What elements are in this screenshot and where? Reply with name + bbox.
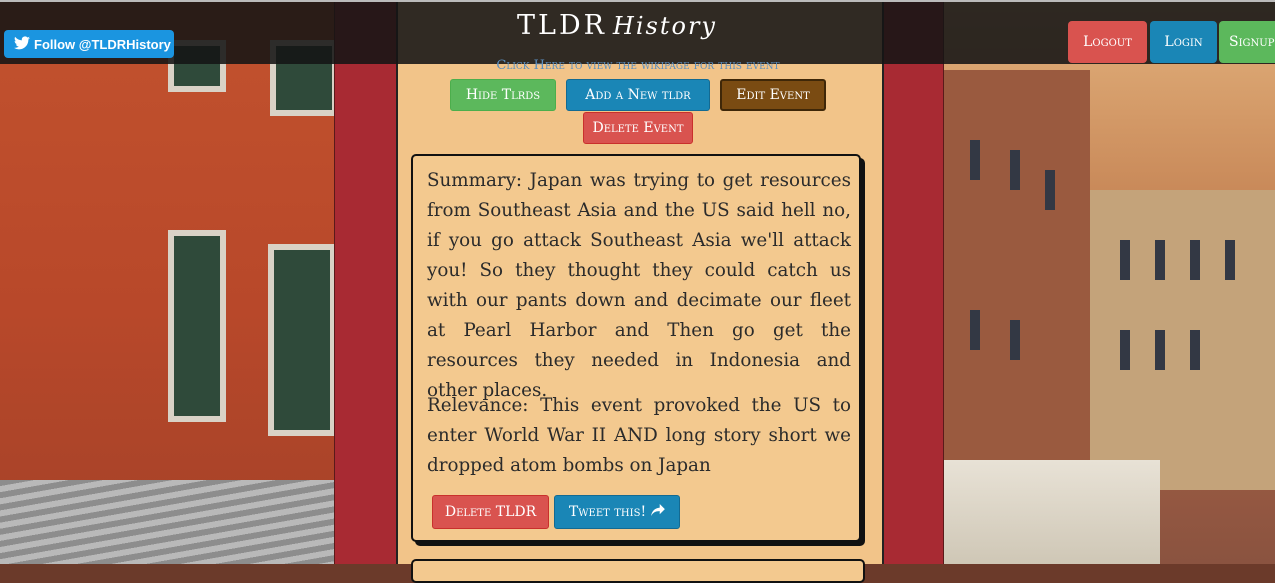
add-tldr-button[interactable]: Add a New tldr <box>566 79 710 111</box>
background-building-left <box>0 0 340 564</box>
share-arrow-icon <box>651 504 665 520</box>
hide-tldrs-button[interactable]: Hide Tlrds <box>450 79 556 111</box>
brand-main: TLDR <box>517 10 607 41</box>
edit-event-button[interactable]: Edit Event <box>720 79 826 111</box>
tweet-this-button[interactable]: Tweet this! <box>554 495 680 529</box>
background-building-right <box>940 0 1275 564</box>
brand-script: History <box>612 12 717 40</box>
wikipage-link[interactable]: Click Here to view the wikipage for this… <box>396 58 880 73</box>
next-tldr-card <box>411 559 865 583</box>
delete-tldr-button[interactable]: Delete TLDR <box>432 495 549 529</box>
tldr-summary: Summary: Japan was trying to get resourc… <box>427 170 851 401</box>
signup-button[interactable]: Signup <box>1219 21 1275 63</box>
site-logo[interactable]: TLDR History <box>517 10 717 41</box>
tweet-this-label: Tweet this! <box>568 504 647 520</box>
top-navbar: Follow @TLDRHistory TLDR History Logout L… <box>0 0 1275 64</box>
delete-event-button[interactable]: Delete Event <box>583 112 693 144</box>
logout-button[interactable]: Logout <box>1068 21 1147 63</box>
twitter-bird-icon <box>14 35 30 53</box>
follow-label: Follow @TLDRHistory <box>34 36 171 52</box>
login-button[interactable]: Login <box>1150 21 1217 63</box>
tldr-relevance: Relevance: This event provoked the US to… <box>427 395 851 476</box>
tldr-card: Summary: Japan was trying to get resourc… <box>411 154 861 542</box>
twitter-follow-button[interactable]: Follow @TLDRHistory <box>4 30 174 58</box>
